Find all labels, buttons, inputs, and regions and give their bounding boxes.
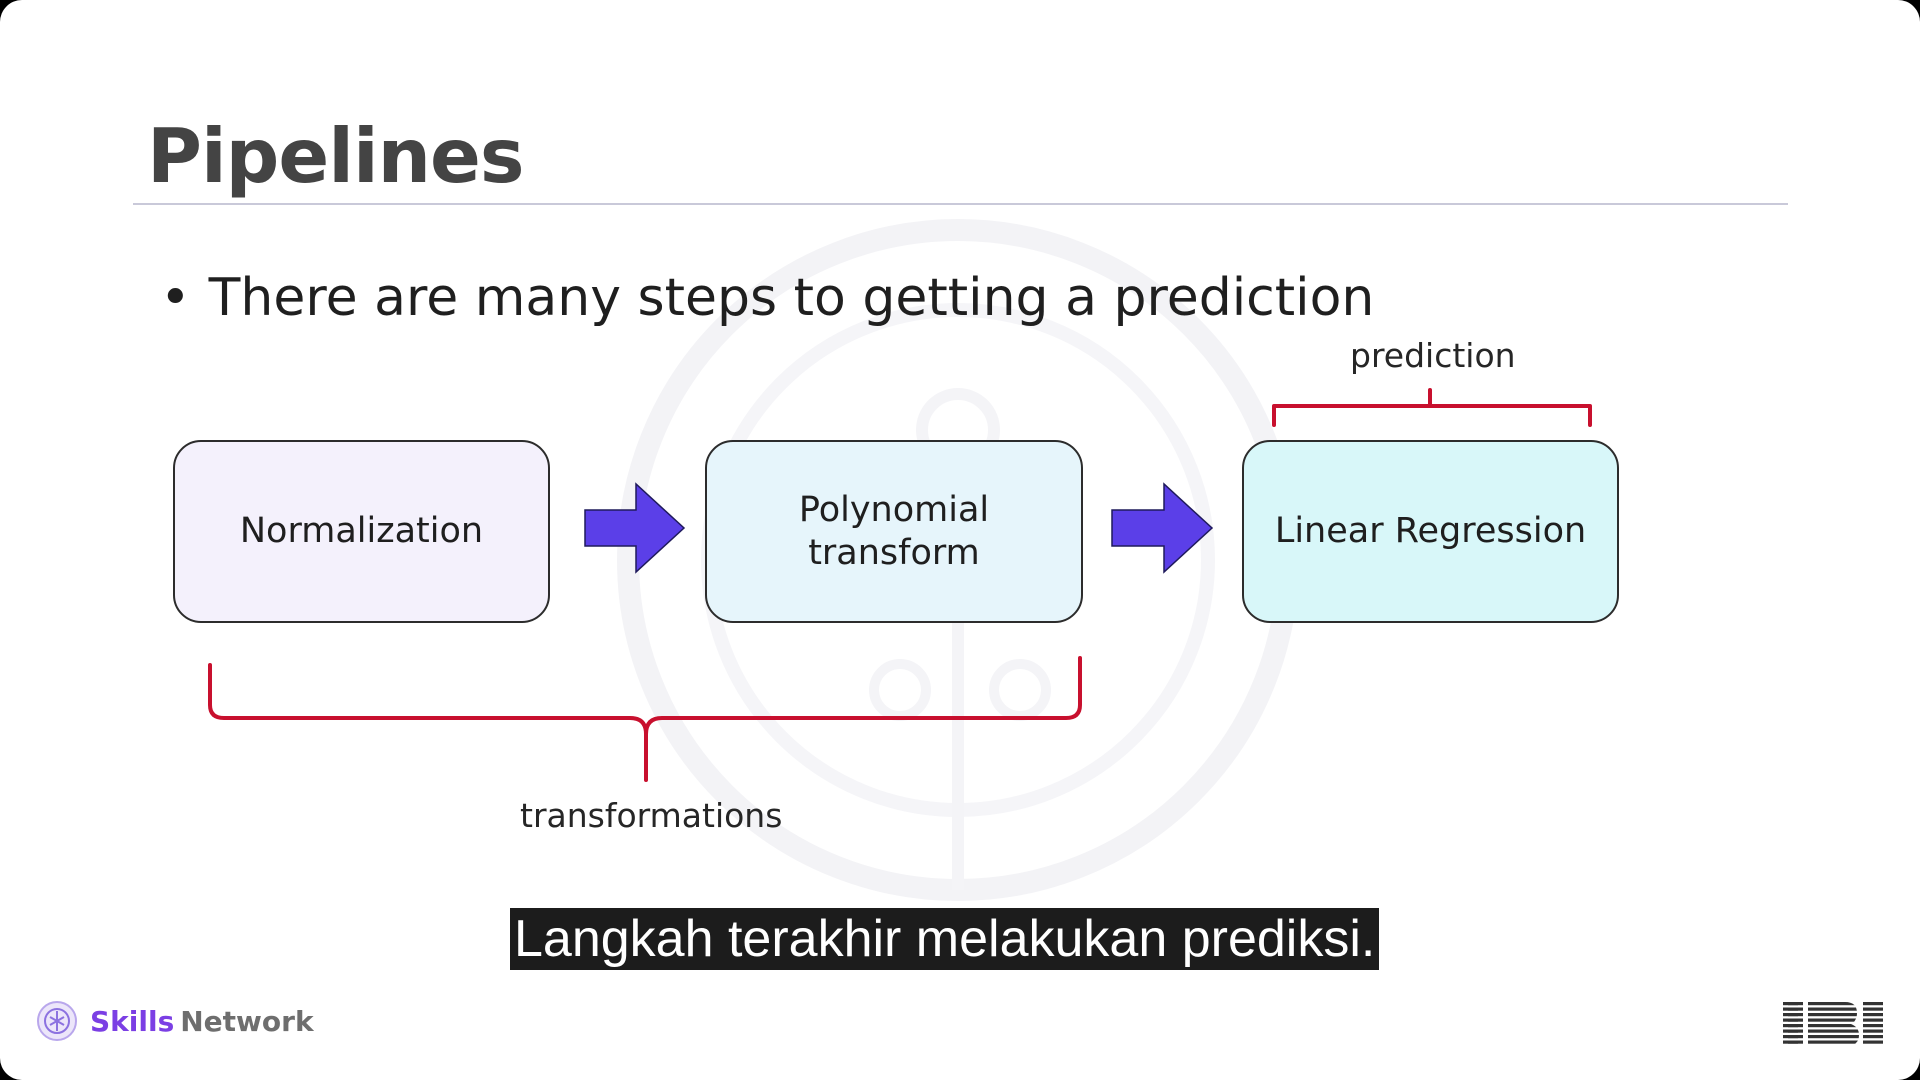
brand-network: Network <box>180 1004 314 1038</box>
prediction-brace-icon <box>1272 388 1592 427</box>
prediction-label: prediction <box>1350 336 1516 375</box>
box-polynomial-transform-label: Polynomial transform <box>798 489 990 573</box>
skills-network-brand: Skills Network <box>36 1000 314 1042</box>
transformations-label: transformations <box>520 796 783 835</box>
arrow-polynomial-to-regression-icon <box>1111 482 1214 574</box>
subtitle-caption: Langkah terakhir melakukan prediksi. <box>510 908 1380 970</box>
brand-skills: Skills <box>90 1004 175 1038</box>
box-normalization-label: Normalization <box>239 511 484 551</box>
box-linear-regression-label: Linear Regression <box>1274 511 1587 551</box>
slide: Pipelines • There are many steps to getti… <box>0 0 1920 1080</box>
box-linear-regression: Linear Regression <box>1242 440 1619 623</box>
arrow-normalization-to-polynomial-icon <box>584 482 686 574</box>
brand-text: Skills Network <box>90 1005 314 1038</box>
transformations-brace-icon <box>208 656 1082 782</box>
box-polynomial-transform: Polynomial transform <box>705 440 1083 623</box>
ibm-logo <box>1783 1002 1883 1046</box>
skills-network-logo-icon <box>37 1001 77 1041</box>
box-normalization: Normalization <box>173 440 550 623</box>
